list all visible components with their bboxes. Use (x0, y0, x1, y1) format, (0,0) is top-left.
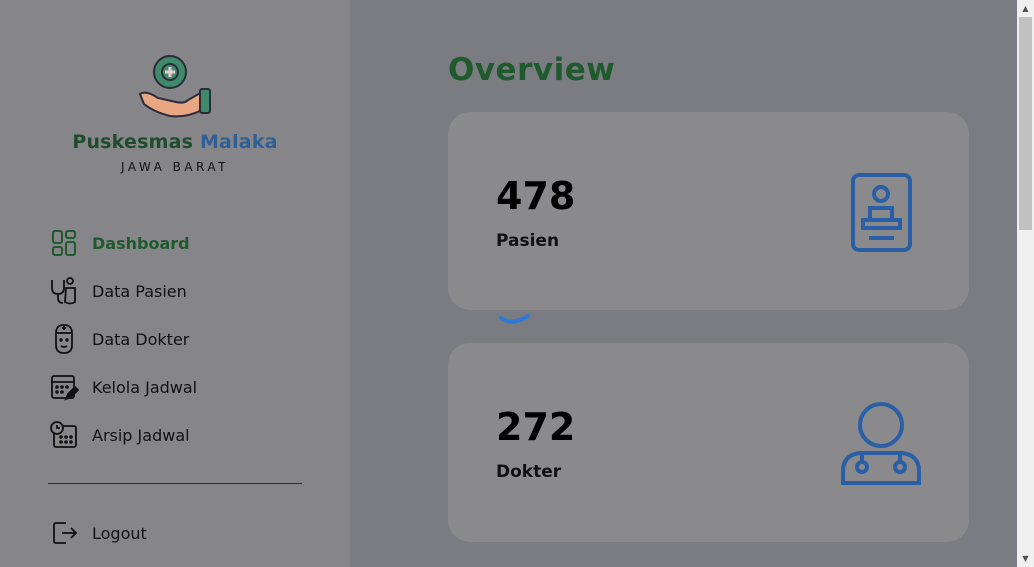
nav-item-label: Data Dokter (92, 329, 190, 349)
sidebar-divider (48, 483, 302, 484)
stat-card-dokter: 272 Dokter (448, 343, 969, 542)
nav-item-arsip-jadwal[interactable]: Arsip Jadwal (48, 419, 190, 451)
sidebar: Puskesmas Malaka JAWA BARAT Dashboard Da… (0, 0, 350, 567)
scrollbar-thumb[interactable] (1019, 17, 1032, 230)
logout-button[interactable]: Logout (48, 517, 147, 549)
clinic-logo-icon (138, 55, 211, 118)
stat-value: 478 (496, 174, 576, 218)
logout-label: Logout (92, 523, 147, 543)
logout-icon (48, 517, 80, 549)
stat-label: Pasien (496, 231, 560, 251)
doctor-icon (48, 323, 80, 355)
dashboard-grid-icon (48, 227, 80, 259)
brand-name-part1: Puskesmas (72, 131, 194, 153)
loading-spinner-icon (499, 314, 530, 324)
nav-item-label: Arsip Jadwal (92, 425, 190, 445)
calendar-edit-icon (48, 371, 80, 403)
scroll-up-arrow-icon[interactable]: ▲ (1017, 0, 1034, 17)
nav-item-data-dokter[interactable]: Data Dokter (48, 323, 189, 355)
brand-subtitle: JAWA BARAT (120, 160, 229, 174)
scroll-down-arrow-icon[interactable]: ▼ (1017, 550, 1034, 567)
page-title: Overview (448, 52, 616, 88)
patient-id-card-icon (851, 173, 912, 252)
nav-item-data-pasien[interactable]: Data Pasien (48, 275, 187, 307)
brand-name-part2: Malaka (199, 131, 278, 153)
calendar-clock-icon (48, 419, 80, 451)
doctor-stethoscope-icon (841, 402, 921, 485)
stethoscope-icon (48, 275, 80, 307)
brand-name: Puskesmas Malaka (0, 131, 350, 153)
nav-item-label: Dashboard (92, 233, 190, 253)
stat-card-pasien: 478 Pasien (448, 112, 969, 310)
vertical-scrollbar[interactable]: ▲ ▼ (1017, 0, 1034, 567)
nav-item-kelola-jadwal[interactable]: Kelola Jadwal (48, 371, 197, 403)
stat-value: 272 (496, 405, 576, 449)
stat-label: Dokter (496, 462, 562, 482)
nav-item-label: Data Pasien (92, 281, 187, 301)
nav-item-label: Kelola Jadwal (92, 377, 198, 397)
nav-item-dashboard[interactable]: Dashboard (48, 227, 190, 259)
